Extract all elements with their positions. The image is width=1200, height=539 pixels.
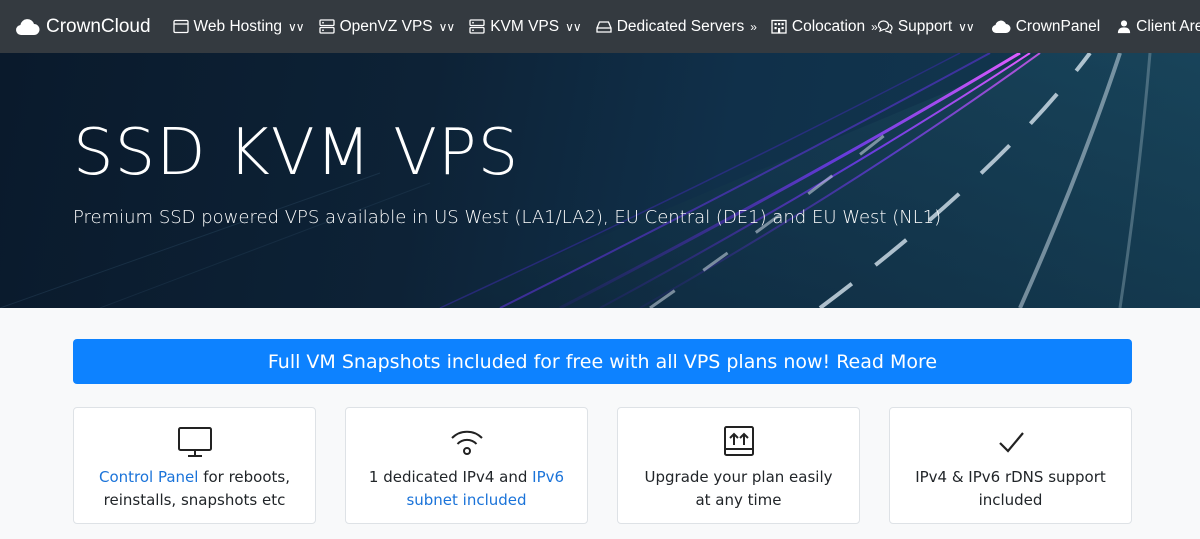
checkmark-icon	[998, 432, 1024, 453]
nav-openvz-vps[interactable]: OpenVZ VPS ∨∨	[318, 17, 456, 36]
page-subtitle: Premium SSD powered VPS available in US …	[73, 207, 942, 228]
feature-text: Control Panel for reboots, reinstalls, s…	[95, 466, 295, 512]
server-icon	[318, 19, 335, 34]
nav-account-menu: Support ∨∨ CrownPanel Client Area	[877, 18, 1200, 36]
top-navbar: CrownCloud Web Hosting ∨∨ OpenVZ VPS ∨∨ …	[0, 0, 1200, 53]
nav-web-hosting-label: Web Hosting	[193, 17, 282, 35]
nav-dedicated-servers[interactable]: Dedicated Servers »	[596, 17, 757, 36]
page-title: SSD KVM VPS	[73, 116, 520, 190]
feature-description: Upgrade your plan easily at any time	[644, 468, 833, 509]
chevron-double-down-icon: ∨∨	[438, 19, 456, 34]
nav-client-area-label: Client Area	[1136, 17, 1200, 35]
feature-card-control-panel: Control Panel for reboots, reinstalls, s…	[73, 407, 316, 524]
nav-client-area[interactable]: Client Area	[1117, 18, 1200, 36]
cloud-icon	[991, 20, 1011, 34]
feature-description: IPv4 & IPv6 rDNS support included	[915, 468, 1106, 509]
chat-bubbles-icon	[877, 20, 893, 34]
user-icon	[1118, 20, 1131, 34]
feature-card-ip-addresses: 1 dedicated IPv4 and IPv6 subnet include…	[345, 407, 588, 524]
feature-card-upgrade: Upgrade your plan easily at any time	[617, 407, 860, 524]
feature-card-rdns: IPv4 & IPv6 rDNS support included	[889, 407, 1132, 524]
feature-description: 1 dedicated IPv4 and	[368, 468, 533, 486]
hero-section: SSD KVM VPS Premium SSD powered VPS avai…	[0, 53, 1200, 308]
chevron-double-down-icon: ∨∨	[958, 19, 975, 34]
cloud-logo-icon	[16, 18, 40, 35]
hard-drive-icon	[596, 21, 612, 33]
chevron-double-down-icon: ∨∨	[288, 19, 305, 34]
nav-dedicated-servers-label: Dedicated Servers	[616, 17, 745, 35]
brand-link[interactable]: CrownCloud	[15, 16, 151, 38]
feature-text: 1 dedicated IPv4 and IPv6 subnet include…	[367, 466, 567, 512]
chevron-double-right-icon: »	[750, 19, 757, 34]
nav-web-hosting[interactable]: Web Hosting ∨∨	[172, 17, 305, 36]
browser-window-icon	[172, 19, 189, 34]
nav-main-menu: Web Hosting ∨∨ OpenVZ VPS ∨∨ KVM VPS ∨∨ …	[172, 17, 878, 36]
nav-openvz-vps-label: OpenVZ VPS	[339, 17, 433, 35]
nav-support-label: Support	[897, 17, 953, 35]
monitor-icon	[177, 427, 212, 457]
chevron-double-down-icon: ∨∨	[565, 19, 582, 34]
nav-colocation-label: Colocation	[791, 17, 866, 35]
nav-support[interactable]: Support ∨∨	[877, 17, 975, 36]
upgrade-arrows-icon	[723, 426, 754, 456]
nav-crownpanel[interactable]: CrownPanel	[991, 18, 1100, 36]
nav-kvm-vps[interactable]: KVM VPS ∨∨	[469, 17, 582, 36]
nav-colocation[interactable]: Colocation »	[771, 17, 878, 36]
snapshots-announcement-button[interactable]: Full VM Snapshots included for free with…	[73, 339, 1132, 384]
wifi-icon	[450, 430, 483, 455]
server-icon	[469, 19, 485, 34]
brand-name: CrownCloud	[46, 15, 151, 37]
nav-crownpanel-label: CrownPanel	[1015, 17, 1101, 35]
building-icon	[771, 19, 787, 34]
control-panel-link[interactable]: Control Panel	[99, 468, 198, 486]
nav-kvm-vps-label: KVM VPS	[490, 17, 560, 35]
